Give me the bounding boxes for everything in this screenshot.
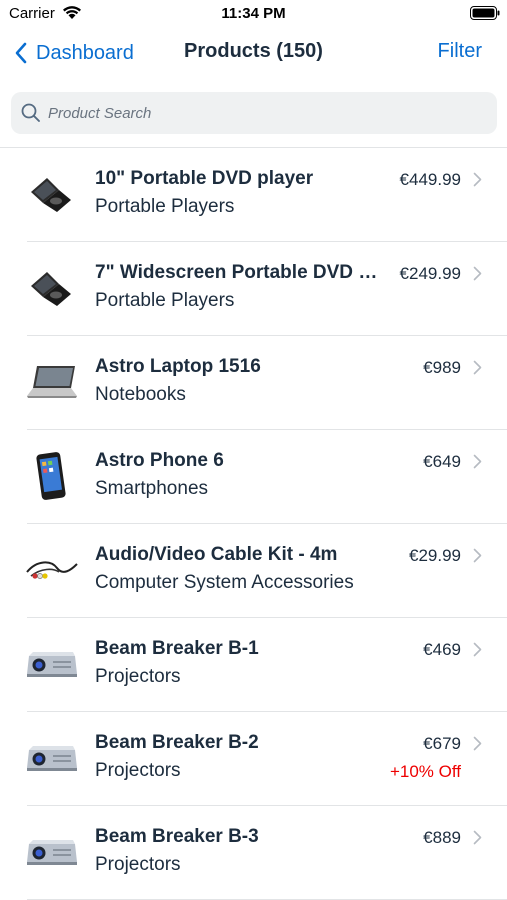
product-name: 7" Widescreen Portable DVD Player <box>95 262 380 283</box>
status-time: 11:34 PM <box>221 5 286 22</box>
back-button[interactable]: Dashboard <box>14 38 134 68</box>
chevron-right-icon <box>473 266 482 281</box>
chevron-right-icon <box>473 548 482 563</box>
cable-icon <box>23 546 81 594</box>
chevron-right-icon <box>473 830 482 845</box>
portable-dvd-icon <box>23 264 81 312</box>
filter-button[interactable]: Filter <box>438 40 482 63</box>
product-category: Portable Players <box>95 196 235 217</box>
chevron-right-icon <box>473 642 482 657</box>
product-price: €649 <box>423 452 461 471</box>
product-name: Astro Laptop 1516 <box>95 356 261 377</box>
smartphone-icon <box>23 452 81 500</box>
product-price: €989 <box>423 358 461 377</box>
status-bar: Carrier 11:34 PM <box>0 0 507 28</box>
product-name: Beam Breaker B-3 <box>95 826 259 847</box>
search-bar[interactable] <box>11 92 497 134</box>
product-list-item[interactable]: Audio/Video Cable Kit - 4m Computer Syste… <box>0 524 507 618</box>
product-category: Projectors <box>95 666 181 687</box>
product-list-item[interactable]: Astro Phone 6 Smartphones €649 <box>0 430 507 524</box>
product-list-item[interactable]: Beam Breaker B-1 Projectors €469 <box>0 618 507 712</box>
product-list-item[interactable]: 10" Portable DVD player Portable Players €… <box>0 148 507 242</box>
product-name: 10" Portable DVD player <box>95 168 314 189</box>
navigation-bar: Dashboard Products (150) Filter <box>0 28 507 78</box>
search-input[interactable] <box>48 98 488 128</box>
product-price: €29.99 <box>409 546 461 565</box>
battery-icon <box>470 6 500 20</box>
product-name: Audio/Video Cable Kit - 4m <box>95 544 338 565</box>
product-name: Beam Breaker B-2 <box>95 732 259 753</box>
chevron-right-icon <box>473 172 482 187</box>
chevron-right-icon <box>473 454 482 469</box>
product-price: €889 <box>423 828 461 847</box>
discount-label: +10% Off <box>389 762 461 781</box>
product-list-item[interactable]: Beam Breaker B-2 Projectors €679 +10% Off <box>0 712 507 806</box>
laptop-icon <box>23 358 81 406</box>
product-list-item[interactable]: Astro Laptop 1516 Notebooks €989 <box>0 336 507 430</box>
product-category: Portable Players <box>95 290 235 311</box>
product-list-item[interactable]: Beam Breaker B-3 Projectors €889 <box>0 806 507 900</box>
projector-icon <box>23 828 81 876</box>
product-price: €679 <box>423 734 461 753</box>
portable-dvd-icon <box>23 170 81 218</box>
product-list-item[interactable]: 7" Widescreen Portable DVD Player Portabl… <box>0 242 507 336</box>
search-icon <box>21 103 40 122</box>
projector-icon <box>23 640 81 688</box>
product-category: Projectors <box>95 854 181 875</box>
product-price: €249.99 <box>399 264 461 283</box>
product-category: Smartphones <box>95 478 209 499</box>
product-name: Astro Phone 6 <box>95 450 224 471</box>
product-name: Beam Breaker B-1 <box>95 638 259 659</box>
product-category: Computer System Accessories <box>95 572 354 593</box>
back-button-label: Dashboard <box>36 41 134 64</box>
chevron-right-icon <box>473 360 482 375</box>
product-price: €469 <box>423 640 461 659</box>
product-list: 10" Portable DVD player Portable Players €… <box>0 148 507 900</box>
chevron-left-icon <box>15 42 27 64</box>
product-price: €449.99 <box>399 170 461 189</box>
chevron-right-icon <box>473 736 482 751</box>
projector-icon <box>23 734 81 782</box>
product-category: Notebooks <box>95 384 186 405</box>
product-category: Projectors <box>95 760 181 781</box>
